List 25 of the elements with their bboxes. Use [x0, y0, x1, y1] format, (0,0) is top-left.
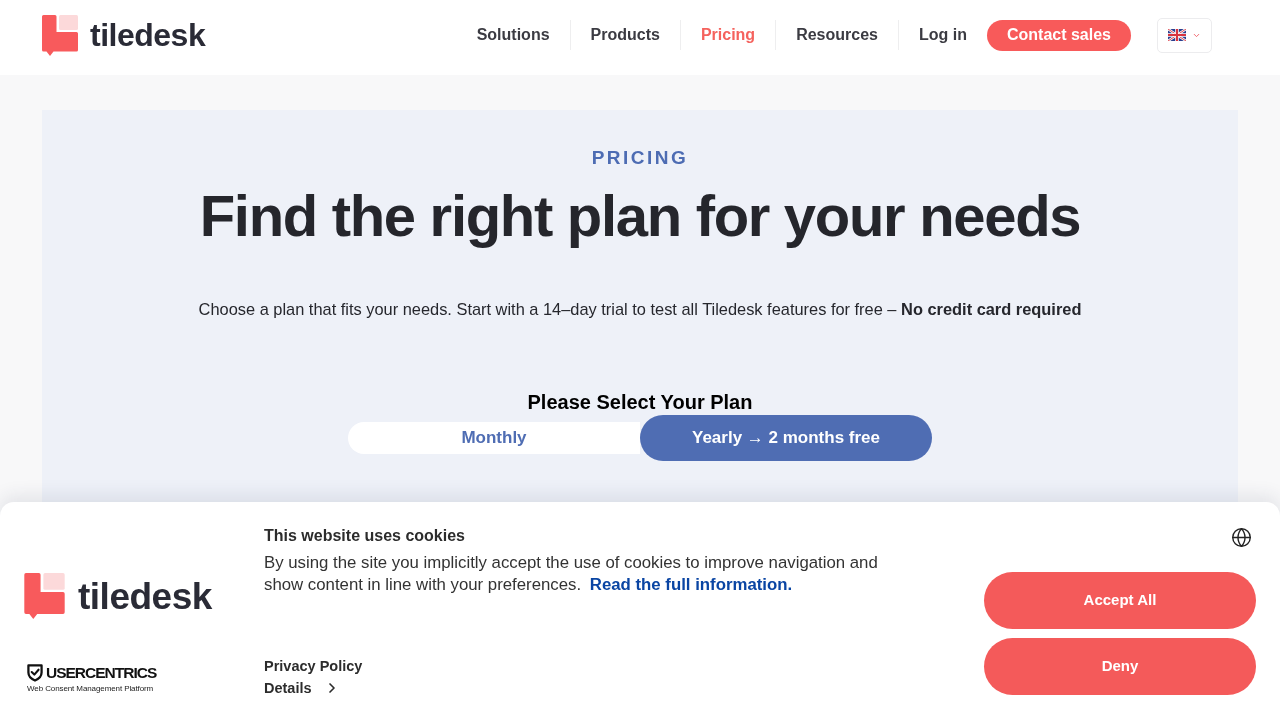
billing-toggle-option[interactable]: Yearly → 2 months free	[640, 415, 932, 462]
nav-link[interactable]: Products	[590, 23, 660, 47]
shield-check-icon	[27, 664, 43, 682]
nav-link[interactable]: Resources	[796, 23, 878, 47]
language-selector[interactable]	[1157, 17, 1212, 53]
nav-link[interactable]: Log in	[918, 23, 967, 47]
cookie-title: This website uses cookies	[264, 526, 466, 546]
logo-icon	[42, 14, 78, 56]
billing-toggle-option[interactable]: Monthly	[348, 422, 640, 455]
logo-text: tiledesk	[78, 577, 212, 615]
flag-icon	[1168, 29, 1186, 41]
provider-name: USERCENTRICS	[46, 663, 157, 683]
nav-link[interactable]: Solutions	[476, 23, 550, 47]
details-link[interactable]: Details	[264, 678, 340, 698]
globe-icon[interactable]	[1231, 527, 1252, 548]
section-eyebrow: PRICING	[591, 146, 689, 170]
page-heading: Find the right plan for your needs	[199, 182, 1081, 249]
logo-icon	[24, 573, 65, 619]
page-subtitle: Choose a plan that fits your needs. Start with a 14–day trial to test all Tiledesk features for free – No credit card required	[198, 298, 1082, 320]
provider-tagline: Web Consent Management Platform	[27, 684, 154, 694]
logo-text: tiledesk	[90, 19, 206, 51]
read-more-link[interactable]: Read the full information.	[589, 575, 793, 594]
cookie-message: By using the site you implicitly accept the use of cookies to improve navigation and show content in line with your preferences. Read the full information.	[264, 552, 879, 596]
privacy-policy-link[interactable]: Privacy Policy	[264, 656, 363, 676]
plan-heading: Please Select Your Plan	[527, 390, 753, 415]
